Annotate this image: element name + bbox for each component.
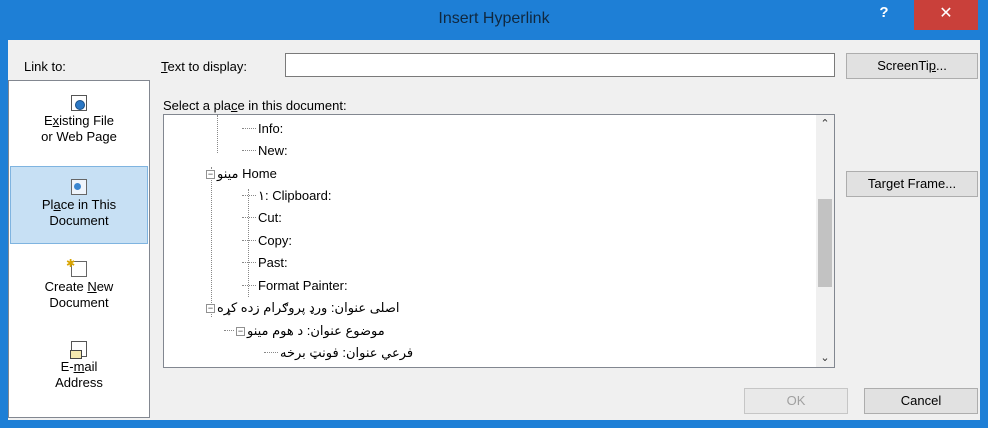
existing-file-icon xyxy=(71,95,87,111)
link-email-address[interactable]: E-mail Address xyxy=(10,341,148,401)
tree-item[interactable]: Copy: xyxy=(242,230,292,251)
screentip-button[interactable]: ScreenTip... xyxy=(846,53,978,79)
tree-item-label: Past: xyxy=(258,255,288,270)
chevron-up-icon[interactable]: ⌃ xyxy=(816,115,834,133)
email-icon xyxy=(70,341,87,359)
select-place-label: Select a place in this document: xyxy=(163,98,347,113)
tree-item[interactable]: Cut: xyxy=(242,207,282,228)
ok-button[interactable]: OK xyxy=(744,388,848,414)
tree-item[interactable]: − اصلی عنوان: ورډ پروګرام زده کړه xyxy=(206,297,400,318)
tree-item-label: Format Painter: xyxy=(258,278,348,293)
tree-item[interactable]: ١: Clipboard: xyxy=(242,185,331,206)
collapse-icon[interactable]: − xyxy=(236,327,245,337)
chevron-down-icon[interactable]: ⌄ xyxy=(816,349,834,367)
link-create-new-document-label: Create New Document xyxy=(44,279,114,310)
document-outline-tree[interactable]: Info: New: − مینو Home ١: Clipboard: Cut:… xyxy=(163,114,835,368)
tree-item[interactable]: Info: xyxy=(242,118,283,139)
text-to-display-input[interactable] xyxy=(285,53,835,77)
cancel-button[interactable]: Cancel xyxy=(864,388,978,414)
tree-item-label: Info: xyxy=(258,121,284,136)
collapse-icon[interactable]: − xyxy=(206,304,215,314)
tree-item-label: مینو Home xyxy=(217,166,277,181)
tree-item-label: اصلی عنوان: ورډ پروګرام زده کړه xyxy=(217,300,400,315)
tree-item-label: New: xyxy=(258,143,288,158)
link-email-address-label: E-mail Address xyxy=(55,359,103,390)
tree-item[interactable]: New: xyxy=(242,140,288,161)
tree-item[interactable]: − موضوع عنوان: د هوم مینو xyxy=(224,320,385,341)
link-to-bar: Existing File or Web Page Place in This Do… xyxy=(8,80,150,418)
link-place-in-document[interactable]: Place in This Document xyxy=(10,166,148,244)
tree-item-label: Copy: xyxy=(258,233,292,248)
close-button[interactable]: ✕ xyxy=(914,0,978,30)
target-frame-button[interactable]: Target Frame... xyxy=(846,171,978,197)
tree-guide-line xyxy=(211,167,212,317)
link-existing-file[interactable]: Existing File or Web Page xyxy=(10,95,148,155)
tree-item-label: موضوع عنوان: د هوم مینو xyxy=(247,323,385,338)
help-button[interactable]: ? xyxy=(870,3,898,27)
insert-hyperlink-dialog: Insert Hyperlink ? ✕ Link to: Existing F… xyxy=(0,0,988,428)
text-to-display-label: Text to display: xyxy=(161,59,247,74)
tree-item-label: ١: Clipboard: xyxy=(258,188,332,203)
new-document-icon xyxy=(66,256,87,277)
scroll-thumb[interactable] xyxy=(818,199,832,287)
link-existing-file-label: Existing File or Web Page xyxy=(41,113,117,144)
dialog-body: Link to: Existing File or Web Page Place … xyxy=(8,40,980,420)
dialog-title: Insert Hyperlink xyxy=(438,10,550,27)
tree-item-label: Cut: xyxy=(258,210,282,225)
collapse-icon[interactable]: − xyxy=(206,170,215,180)
link-place-in-document-label: Place in This Document xyxy=(41,197,117,228)
tree-guide-line xyxy=(217,115,218,153)
tree-item-label: فرعي عنوان: فونټ برخه xyxy=(280,345,414,360)
tree-scrollbar[interactable]: ⌃ ⌄ xyxy=(816,115,834,367)
link-to-label: Link to: xyxy=(24,59,66,74)
tree-item[interactable]: Past: xyxy=(242,252,288,273)
place-in-document-icon xyxy=(71,179,87,195)
tree-item[interactable]: Format Painter: xyxy=(242,275,348,296)
tree-item[interactable]: فرعي عنوان: فونټ برخه xyxy=(264,342,413,363)
link-create-new-document[interactable]: Create NewDocument xyxy=(10,256,148,321)
tree-item[interactable]: − مینو Home xyxy=(206,163,277,184)
title-bar[interactable]: Insert Hyperlink ? ✕ xyxy=(0,0,988,40)
